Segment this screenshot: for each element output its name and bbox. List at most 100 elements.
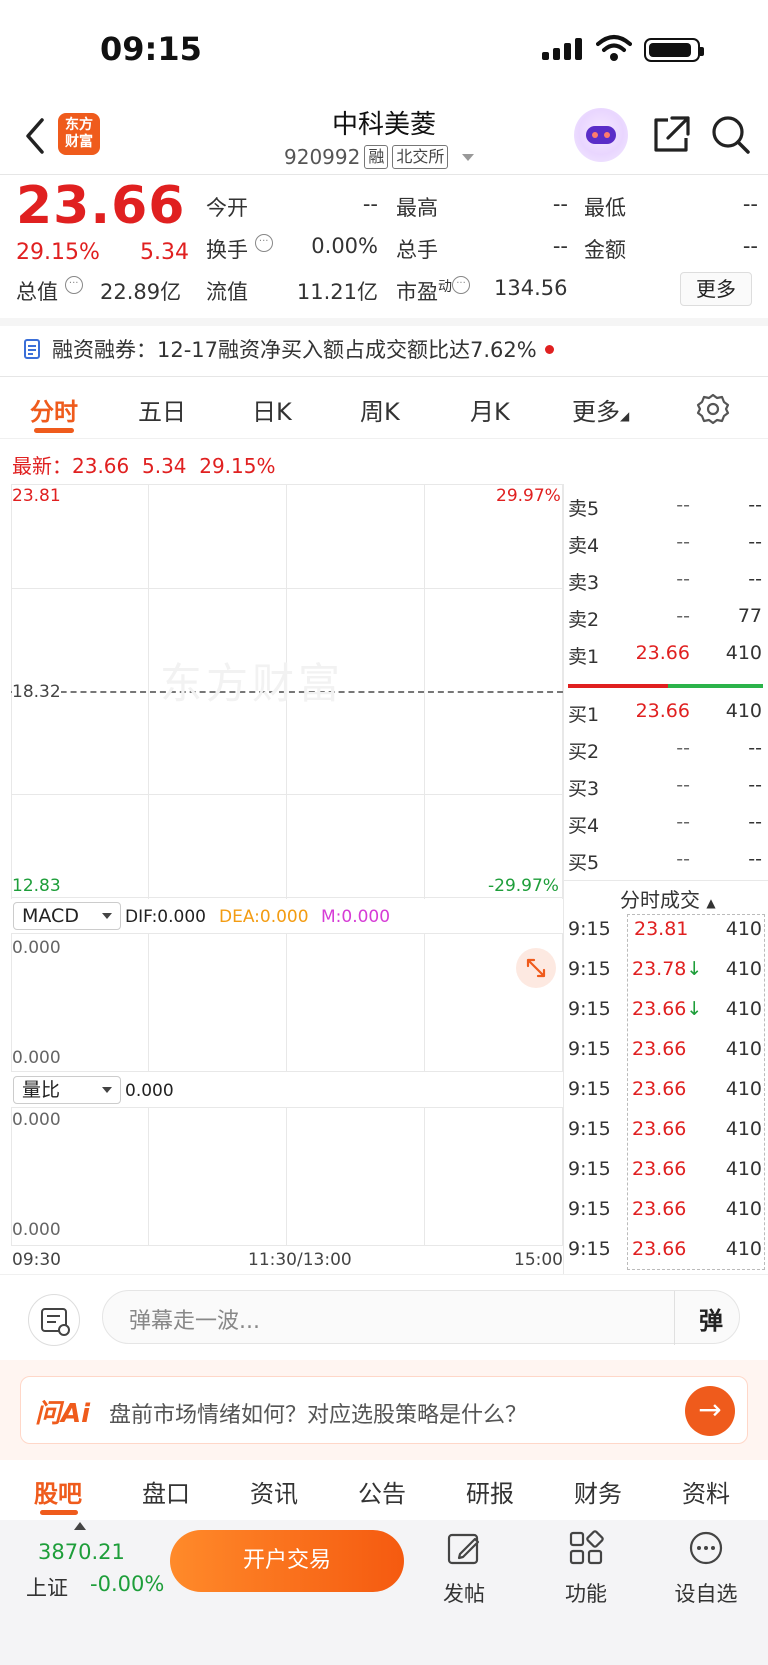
- tab-weekly-k[interactable]: 周K: [360, 392, 400, 427]
- unread-dot: [544, 344, 554, 354]
- macd-selector[interactable]: MACD: [13, 902, 121, 930]
- x-axis-mid: 11:30/13:00: [248, 1250, 352, 1270]
- open-label: 今开: [206, 196, 248, 220]
- trades-title[interactable]: 分时成交 ▲: [620, 884, 716, 913]
- latest-quote-line: 最新：23.66 5.34 29.15%: [12, 454, 276, 478]
- more-quote-button[interactable]: 更多: [680, 272, 752, 306]
- turnover-label[interactable]: 换手 ···: [206, 234, 273, 264]
- share-icon[interactable]: [650, 114, 692, 156]
- arrow-right-icon[interactable]: →: [685, 1386, 735, 1436]
- active-tab-indicator: [34, 428, 74, 433]
- tab-profile[interactable]: 资料: [682, 1474, 730, 1509]
- trade-row: 9:15 23.81 410: [568, 918, 762, 940]
- ai-logo: 问Ai: [35, 1399, 91, 1429]
- info-icon: ···: [64, 276, 83, 294]
- section-gap: [0, 318, 768, 326]
- y-axis-top-price: 23.81: [12, 486, 61, 506]
- chart-period-tabs: 分时 五日 日K 周K 月K 更多◢: [0, 388, 768, 438]
- tab-intraday[interactable]: 分时: [30, 392, 78, 427]
- search-icon[interactable]: [710, 114, 752, 156]
- ai-question-card[interactable]: 问Ai 盘前市场情绪如何？对应选股策略是什么？ →: [20, 1376, 748, 1444]
- expand-chart-icon[interactable]: [516, 948, 556, 988]
- high-value: --: [552, 192, 568, 216]
- ask-4-row: 卖4 -- --: [568, 531, 762, 557]
- volume-ratio-selector[interactable]: 量比: [13, 1076, 121, 1104]
- ai-prompt: 盘前市场情绪如何？对应选股策略是什么？: [109, 1403, 528, 1428]
- index-value[interactable]: 3870.21: [38, 1540, 125, 1564]
- grid-icon: [569, 1530, 604, 1565]
- ai-robot-avatar-icon[interactable]: [574, 108, 628, 162]
- notice-divider: [0, 376, 768, 377]
- turnover-value: 0.00%: [311, 234, 378, 258]
- tab-daily-k[interactable]: 日K: [252, 392, 292, 427]
- cellular-signal-icon: [542, 38, 586, 60]
- add-watchlist-button[interactable]: 设自选: [666, 1530, 746, 1608]
- open-value: --: [362, 192, 378, 216]
- y-axis-top-percent: 29.97%: [496, 486, 561, 506]
- pe-label[interactable]: 市盈动 ···: [396, 276, 470, 306]
- expand-up-icon[interactable]: [74, 1522, 86, 1530]
- volume-label: 总手: [396, 238, 438, 262]
- tab-more[interactable]: 更多◢: [572, 392, 629, 427]
- comment-list-icon[interactable]: [28, 1294, 80, 1346]
- margin-notice[interactable]: 融资融券：12-17融资净买入额占成交额比达7.62%: [22, 334, 554, 364]
- float-cap-value: 11.21亿: [296, 280, 378, 304]
- trade-row: 9:15 23.66 410: [568, 1158, 762, 1180]
- tab-five-day[interactable]: 五日: [138, 392, 186, 427]
- tab-announcements[interactable]: 公告: [358, 1474, 406, 1509]
- orderbook-divider: [563, 484, 564, 1274]
- tab-monthly-k[interactable]: 月K: [470, 392, 510, 427]
- settings-gear-icon[interactable]: [696, 392, 730, 426]
- exchange-tag: 北交所: [392, 145, 449, 169]
- macd-m: M:0.000: [321, 907, 391, 927]
- pe-value: 134.56: [494, 276, 568, 300]
- x-axis-end: 15:00: [514, 1250, 563, 1270]
- volume-value: --: [552, 234, 568, 258]
- volume-ratio-axis-top: 0.000: [12, 1110, 61, 1130]
- market-cap-value: 22.89亿: [100, 280, 182, 304]
- bid-4-row: 买4 -- --: [568, 811, 762, 837]
- buy-sell-ratio-red: [568, 684, 668, 688]
- more-circle-icon: [689, 1531, 723, 1565]
- trade-row: 9:15 23.66 410: [568, 1238, 762, 1260]
- stock-code: 920992: [284, 145, 361, 169]
- battery-icon: [644, 38, 704, 62]
- high-label: 最高: [396, 196, 438, 220]
- change-amount: 5.34: [140, 240, 189, 265]
- post-button[interactable]: 发帖: [424, 1530, 504, 1608]
- tab-guba[interactable]: 股吧: [34, 1474, 82, 1509]
- macd-dea: DEA:0.000: [219, 907, 309, 927]
- bid-3-row: 买3 -- --: [568, 774, 762, 800]
- bid-1-row: 买1 23.66 410: [568, 700, 762, 726]
- volume-ratio-value: 0.000: [125, 1081, 174, 1101]
- header-divider: [0, 174, 768, 175]
- change-percent: 29.15%: [16, 240, 100, 265]
- index-name: 上证: [26, 1576, 68, 1600]
- macd-axis-bottom: 0.000: [12, 1048, 61, 1068]
- market-cap-label[interactable]: 总值 ···: [16, 276, 83, 306]
- volume-ratio-chart[interactable]: [11, 1108, 563, 1246]
- wifi-icon: [596, 35, 632, 61]
- tab-order-panel[interactable]: 盘口: [142, 1474, 190, 1509]
- trade-row: 9:15 23.66 410: [568, 1198, 762, 1220]
- tab-research[interactable]: 研报: [466, 1474, 514, 1509]
- amount-label: 金额: [584, 238, 626, 262]
- open-account-trade-button[interactable]: 开户交易: [170, 1530, 404, 1592]
- functions-button[interactable]: 功能: [546, 1530, 626, 1608]
- trade-row: 9:15 23.66↓ 410: [568, 998, 762, 1020]
- watermark: 东方财富: [160, 659, 345, 708]
- macd-dif: DIF:0.000: [125, 907, 206, 927]
- bid-2-row: 买2 -- --: [568, 737, 762, 763]
- bid-5-row: 买5 -- --: [568, 848, 762, 874]
- stock-code-row[interactable]: 920992 融 北交所: [284, 145, 475, 169]
- macd-chart[interactable]: [11, 934, 563, 1072]
- danmu-input[interactable]: 弹幕走一波... 弹: [102, 1290, 740, 1345]
- tab-financials[interactable]: 财务: [574, 1474, 622, 1509]
- danmu-toggle-icon[interactable]: 弹: [699, 1301, 723, 1336]
- section-tab-indicator: [40, 1510, 78, 1515]
- ask-3-row: 卖3 -- --: [568, 568, 762, 594]
- trade-row: 9:15 23.78↓ 410: [568, 958, 762, 980]
- x-axis-start: 09:30: [12, 1250, 61, 1270]
- tab-news[interactable]: 资讯: [250, 1474, 298, 1509]
- trade-row: 9:15 23.66 410: [568, 1038, 762, 1060]
